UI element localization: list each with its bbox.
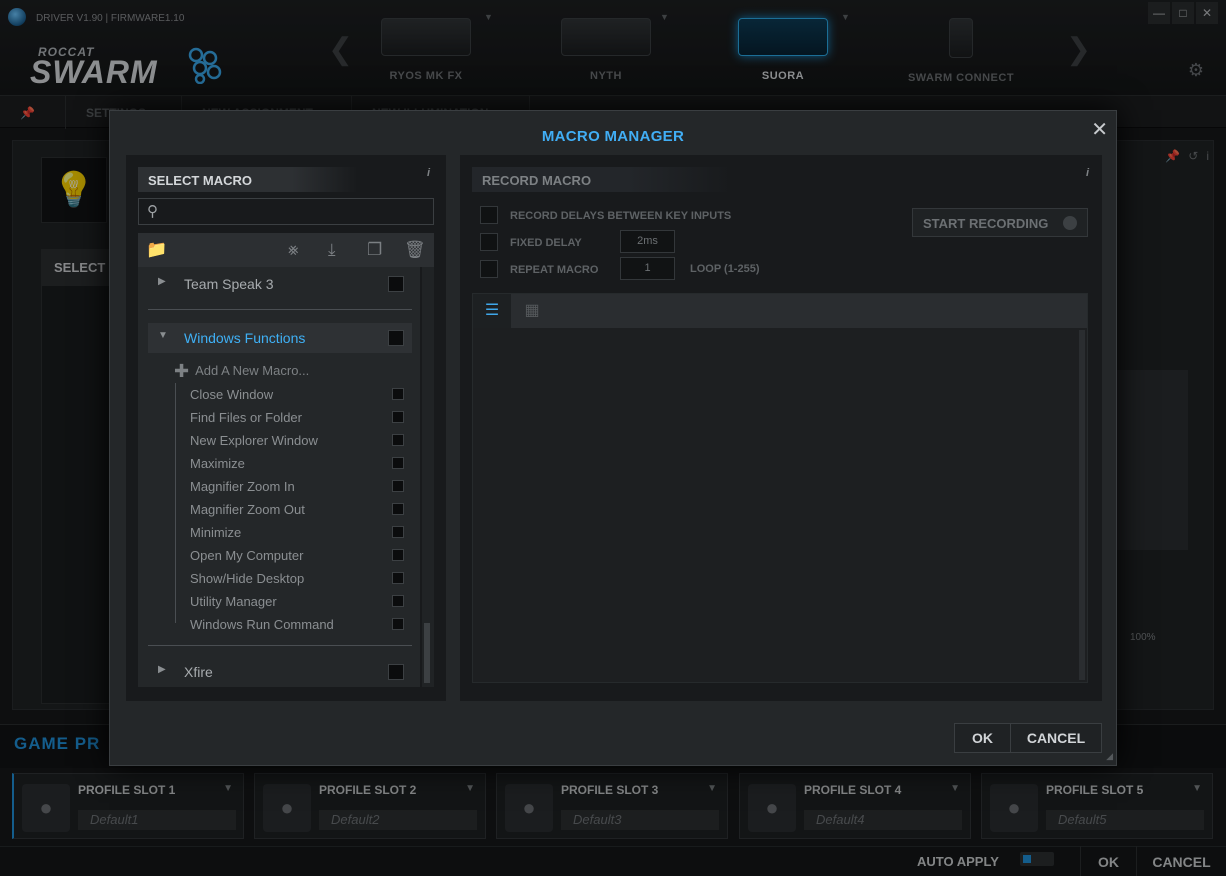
record-delays-label: RECORD DELAYS BETWEEN KEY INPUTS <box>510 210 732 222</box>
copy-icon[interactable]: ❐ <box>367 240 382 260</box>
macro-group-xfire[interactable]: ▶ Xfire <box>148 657 412 687</box>
view-tabs: ☰ ▦ <box>473 294 1087 328</box>
list-view-icon[interactable]: ☰ <box>473 294 511 328</box>
group-checkbox[interactable] <box>388 664 404 680</box>
record-macro-panel: RECORD MACRO i RECORD DELAYS BETWEEN KEY… <box>460 155 1102 701</box>
dialog-ok-button[interactable]: OK <box>954 723 1011 753</box>
macro-item[interactable]: Minimize <box>180 523 406 543</box>
macro-event-area: ☰ ▦ <box>472 293 1088 683</box>
chevron-down-icon[interactable]: ▼ <box>158 330 168 341</box>
plus-icon: ✚ <box>174 361 190 381</box>
dialog-title: MACRO MANAGER <box>541 128 685 145</box>
group-label: Xfire <box>184 664 213 680</box>
macro-item-checkbox[interactable] <box>392 480 404 492</box>
resize-grip-icon[interactable]: ◢ <box>1106 751 1113 762</box>
info-icon[interactable]: i <box>1086 167 1089 179</box>
trash-icon[interactable]: 🗑 <box>404 240 426 260</box>
macro-group-team-speak-3[interactable]: ▶ Team Speak 3 <box>148 269 412 299</box>
event-scrollbar[interactable] <box>1079 330 1085 680</box>
macro-item-checkbox[interactable] <box>392 595 404 607</box>
macro-item-label: New Explorer Window <box>190 433 318 448</box>
macro-item-checkbox[interactable] <box>392 618 404 630</box>
chevron-right-icon[interactable]: ▶ <box>158 276 166 287</box>
grid-view-icon[interactable]: ▦ <box>513 294 551 328</box>
roccat-swarm-app: DRIVER V1.90 | FIRMWARE1.10 ROCCAT SWARM… <box>0 0 1226 876</box>
macro-item-checkbox[interactable] <box>392 388 404 400</box>
add-new-macro-button[interactable]: ✚ Add A New Macro... <box>174 361 309 382</box>
add-new-macro-label: Add A New Macro... <box>195 363 310 378</box>
fixed-delay-input[interactable]: 2ms <box>620 230 675 253</box>
chevron-right-icon[interactable]: ▶ <box>158 664 166 675</box>
repeat-macro-checkbox[interactable] <box>480 260 498 278</box>
select-macro-header: SELECT MACRO <box>138 167 358 192</box>
select-macro-panel: SELECT MACRO i ⚲ 📁 ⨳ ⤓ ❐ 🗑 ▶ Team Speak … <box>126 155 446 701</box>
fixed-delay-checkbox[interactable] <box>480 233 498 251</box>
macro-item-label: Minimize <box>190 525 242 540</box>
macro-item-checkbox[interactable] <box>392 572 404 584</box>
macro-item-checkbox[interactable] <box>392 526 404 538</box>
macro-item[interactable]: New Explorer Window <box>180 431 406 451</box>
start-recording-label: START RECORDING <box>923 216 1049 231</box>
fixed-delay-label: FIXED DELAY <box>510 237 582 249</box>
info-icon[interactable]: i <box>427 167 430 179</box>
macro-group-windows-functions[interactable]: ▼ Windows Functions <box>148 323 412 353</box>
macro-item-label: Open My Computer <box>190 548 304 563</box>
close-icon[interactable]: ✕ <box>1091 117 1108 142</box>
group-checkbox[interactable] <box>388 276 404 292</box>
start-recording-button[interactable]: START RECORDING <box>912 208 1088 237</box>
macro-item-label: Utility Manager <box>190 594 277 609</box>
loop-range-label: LOOP (1-255) <box>690 263 760 275</box>
record-macro-header: RECORD MACRO <box>472 167 732 192</box>
macro-item[interactable]: Maximize <box>180 454 406 474</box>
macro-item-checkbox[interactable] <box>392 434 404 446</box>
macro-tree: ▶ Team Speak 3 ▼ Windows Functions ✚ Add … <box>138 267 420 687</box>
share-icon[interactable]: ⨳ <box>288 240 299 260</box>
macro-item[interactable]: Windows Run Command <box>180 615 406 635</box>
macro-item[interactable]: Magnifier Zoom Out <box>180 500 406 520</box>
macro-item-label: Close Window <box>190 387 274 402</box>
macro-toolbar: 📁 ⨳ ⤓ ❐ 🗑 <box>138 233 434 267</box>
macro-item-checkbox[interactable] <box>392 411 404 423</box>
group-label: Windows Functions <box>184 330 306 346</box>
divider <box>148 645 412 646</box>
macro-item-label: Windows Run Command <box>190 617 334 632</box>
repeat-macro-label: REPEAT MACRO <box>510 264 599 276</box>
macro-item[interactable]: Magnifier Zoom In <box>180 477 406 497</box>
macro-item[interactable]: Utility Manager <box>180 592 406 612</box>
macro-item-label: Show/Hide Desktop <box>190 571 305 586</box>
divider <box>148 309 412 310</box>
macro-item-checkbox[interactable] <box>392 457 404 469</box>
macro-item-label: Magnifier Zoom In <box>190 479 295 494</box>
macro-item-label: Magnifier Zoom Out <box>190 502 305 517</box>
download-icon[interactable]: ⤓ <box>328 240 336 260</box>
macro-item[interactable]: Show/Hide Desktop <box>180 569 406 589</box>
tree-guide-line <box>175 383 176 623</box>
tree-scrollbar-thumb[interactable] <box>424 623 430 683</box>
macro-manager-dialog: MACRO MANAGER ✕ SELECT MACRO i ⚲ 📁 ⨳ ⤓ ❐… <box>109 110 1117 766</box>
macro-item[interactable]: Open My Computer <box>180 546 406 566</box>
macro-item-label: Maximize <box>190 456 245 471</box>
new-folder-icon[interactable]: 📁 <box>146 240 167 260</box>
macro-item-checkbox[interactable] <box>392 549 404 561</box>
repeat-count-input[interactable]: 1 <box>620 257 675 280</box>
group-checkbox[interactable] <box>388 330 404 346</box>
macro-item-label: Find Files or Folder <box>190 410 302 425</box>
record-delays-checkbox[interactable] <box>480 206 498 224</box>
search-icon: ⚲ <box>147 203 158 220</box>
macro-item[interactable]: Find Files or Folder <box>180 408 406 428</box>
record-dot-icon <box>1063 216 1077 230</box>
macro-search-input[interactable]: ⚲ <box>138 198 434 225</box>
macro-item[interactable]: Close Window <box>180 385 406 405</box>
macro-item-checkbox[interactable] <box>392 503 404 515</box>
group-label: Team Speak 3 <box>184 276 274 292</box>
dialog-cancel-button[interactable]: CANCEL <box>1010 723 1102 753</box>
